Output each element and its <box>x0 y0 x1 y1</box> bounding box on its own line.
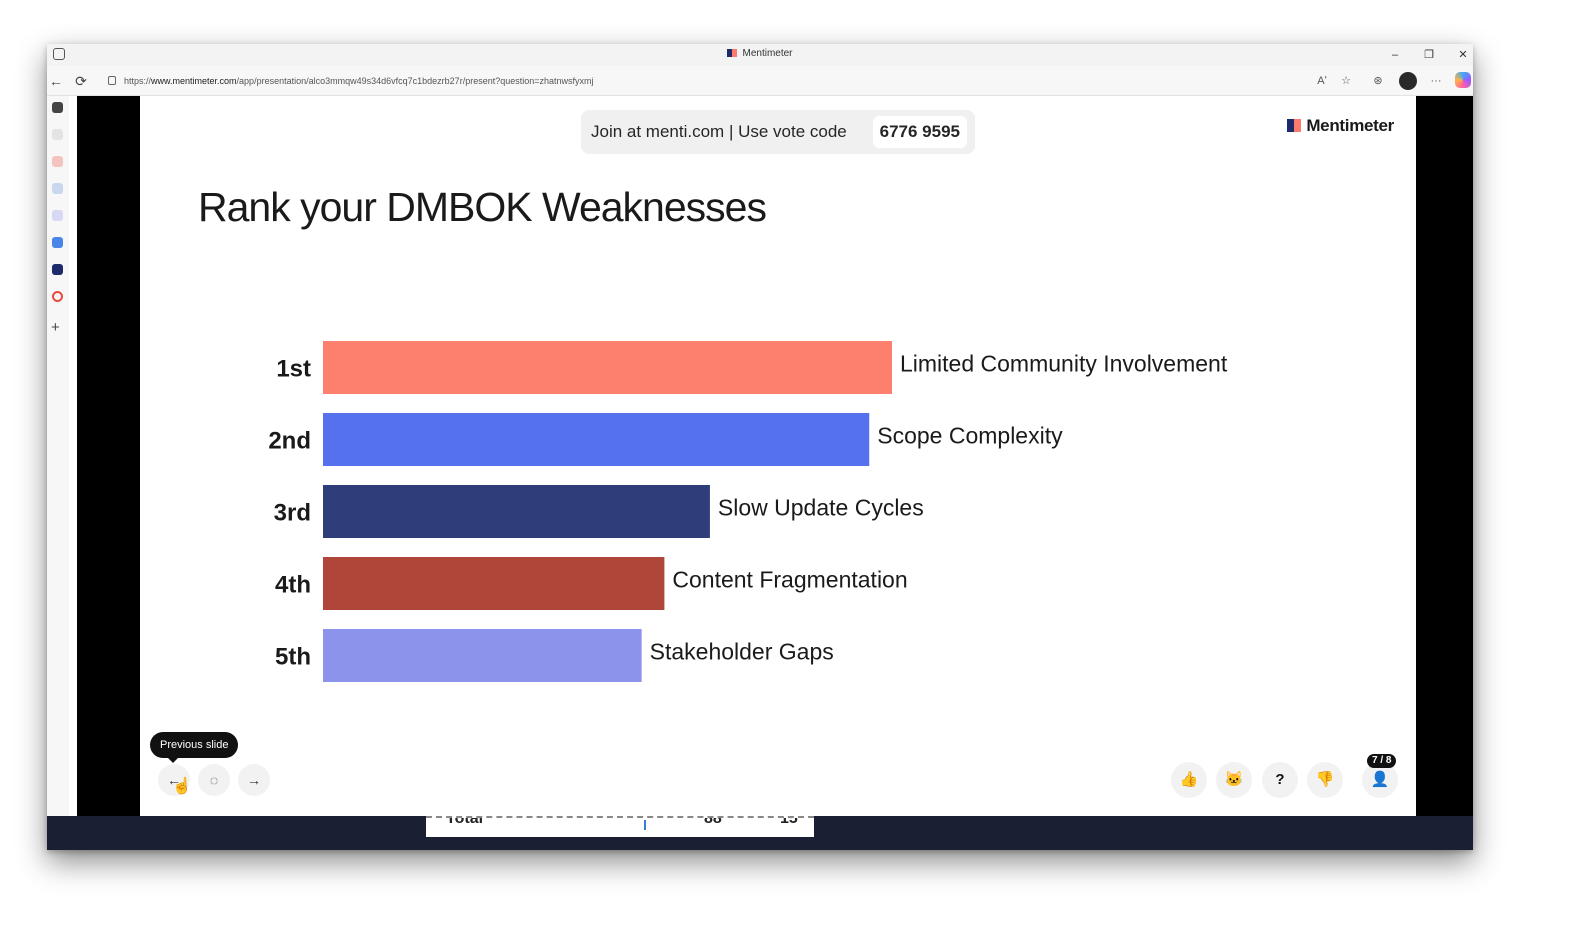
linkedin-icon[interactable] <box>52 183 63 194</box>
url-field[interactable]: https://www.mentimeter.com/app/presentat… <box>102 71 1302 91</box>
docs-icon[interactable] <box>52 237 63 248</box>
mentimeter-icon[interactable] <box>52 264 63 275</box>
ranking-bar <box>323 341 892 394</box>
rank-label: 1st <box>276 356 311 383</box>
rank-label: 3rd <box>274 500 311 527</box>
thumbs-down-button[interactable]: 👎 <box>1307 762 1343 798</box>
peek-divider <box>644 820 646 830</box>
title-bar: Mentimeter – ❐ ✕ <box>47 44 1473 66</box>
tab-icon-red[interactable] <box>52 156 63 167</box>
restore-button[interactable]: ❐ <box>1414 46 1444 64</box>
lock-icon <box>108 76 116 85</box>
read-aloud-icon[interactable]: Aʹ <box>1313 72 1331 90</box>
peek-value-1: 88 <box>704 816 722 827</box>
bar-label: Slow Update Cycles <box>718 495 924 521</box>
tab-icon-red-ring[interactable] <box>52 291 63 302</box>
thumbs-up-button[interactable]: 👍 <box>1171 762 1207 798</box>
slide-counter-badge: 7 / 8 <box>1367 754 1397 768</box>
tab-actions-icon[interactable] <box>52 102 63 113</box>
minimize-button[interactable]: – <box>1380 46 1410 64</box>
slide: Join at menti.com | Use vote code 6776 9… <box>140 96 1416 816</box>
ranking-bar <box>323 557 665 610</box>
google-icon[interactable] <box>52 129 63 140</box>
ranking-bar <box>323 413 870 466</box>
question-button[interactable]: ? <box>1262 762 1298 798</box>
new-tab-button[interactable]: + <box>51 319 60 336</box>
extensions-icon[interactable]: ⊛ <box>1369 72 1387 90</box>
address-bar: ← ⟳ https://www.mentimeter.com/app/prese… <box>47 66 1473 96</box>
copilot-icon[interactable] <box>1455 72 1471 88</box>
bar-label: Content Fragmentation <box>672 567 907 593</box>
mentimeter-logo-icon <box>727 49 738 57</box>
window-title: Mentimeter <box>47 48 1473 59</box>
next-slide-button[interactable]: → <box>238 764 270 796</box>
more-menu-icon[interactable]: ··· <box>1427 72 1445 90</box>
back-button[interactable]: ← <box>47 72 65 90</box>
refresh-button[interactable]: ⟳ <box>72 72 90 90</box>
rank-label: 5th <box>275 644 311 671</box>
cat-button[interactable]: 🐱 <box>1216 762 1252 798</box>
vertical-tabs-sidebar: + <box>47 96 69 821</box>
rank-label: 4th <box>275 572 311 599</box>
previous-slide-tooltip: Previous slide <box>150 732 239 763</box>
profile-avatar[interactable] <box>1399 72 1417 90</box>
peek-value-2: 15 <box>780 816 798 827</box>
ranking-bar <box>323 629 642 682</box>
window-title-text: Mentimeter <box>742 48 793 59</box>
bar-label: Scope Complexity <box>877 423 1063 449</box>
close-button[interactable]: ✕ <box>1448 46 1473 64</box>
ranking-bar <box>323 485 710 538</box>
tab-icon-multicolor[interactable] <box>52 210 63 221</box>
browser-window: Mentimeter – ❐ ✕ ← ⟳ https://www.mentime… <box>47 44 1473 850</box>
rank-label: 2nd <box>268 428 311 455</box>
favorite-icon[interactable]: ☆ <box>1337 72 1355 90</box>
hand-cursor-icon: ☝ <box>172 778 192 795</box>
ranking-bar-chart: 1st Limited Community Involvement 2nd Scope… <box>268 341 1228 682</box>
bar-label: Stakeholder Gaps <box>650 639 834 665</box>
results-table-peek: Total 88 15 <box>426 816 814 837</box>
hint-icon[interactable]: ◌ <box>198 764 230 796</box>
bar-label: Limited Community Involvement <box>900 351 1228 377</box>
peek-total-label: Total <box>446 816 484 827</box>
